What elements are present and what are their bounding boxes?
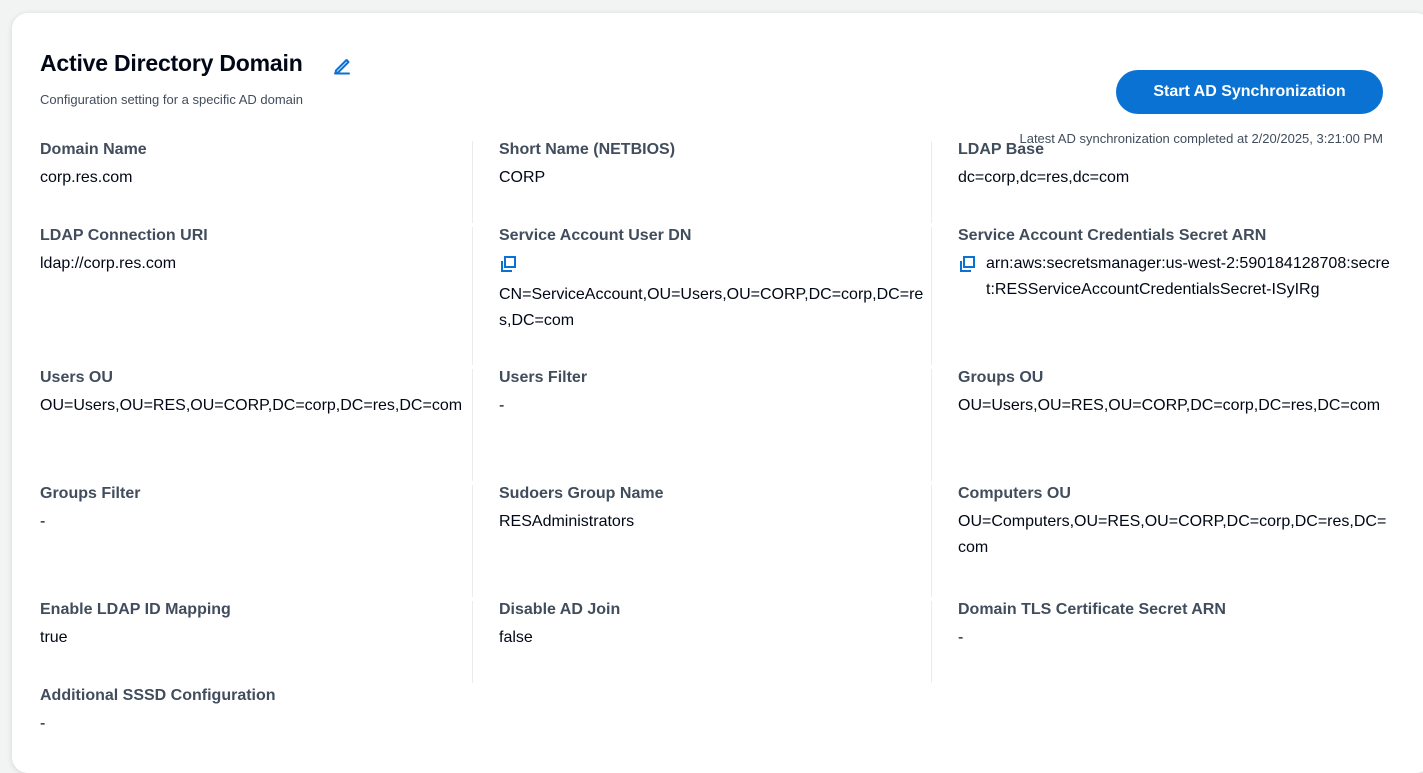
field-domain-tls-secret-arn: Domain TLS Certificate Secret ARN - xyxy=(931,599,1390,685)
field-value: true xyxy=(40,629,68,646)
field-sudoers-group-name: Sudoers Group Name RESAdministrators xyxy=(472,483,931,599)
field-domain-name: Domain Name corp.res.com xyxy=(40,139,472,225)
config-grid: Domain Name corp.res.com Short Name (NET… xyxy=(40,139,1390,765)
field-label: Groups OU xyxy=(958,369,1044,386)
field-value: - xyxy=(499,397,505,414)
field-additional-sssd-config: Additional SSSD Configuration - xyxy=(40,685,640,765)
field-value: - xyxy=(40,715,46,732)
card-header: Active Directory Domain Configuration se… xyxy=(40,47,1383,146)
field-label: Domain Name xyxy=(40,141,147,158)
config-row: Domain Name corp.res.com Short Name (NET… xyxy=(40,139,1390,225)
field-value: OU=Users,OU=RES,OU=CORP,DC=corp,DC=res,D… xyxy=(958,397,1381,414)
field-value: - xyxy=(40,513,46,530)
field-label: Groups Filter xyxy=(40,485,141,502)
field-value: CN=ServiceAccount,OU=Users,OU=CORP,DC=co… xyxy=(499,286,924,329)
field-value: ldap://corp.res.com xyxy=(40,255,177,272)
field-value-with-copy: CN=ServiceAccount,OU=Users,OU=CORP,DC=co… xyxy=(499,251,931,334)
field-value: corp.res.com xyxy=(40,169,133,186)
config-row: LDAP Connection URI ldap://corp.res.com … xyxy=(40,225,1390,367)
field-computers-ou: Computers OU OU=Computers,OU=RES,OU=CORP… xyxy=(931,483,1390,599)
field-short-name: Short Name (NETBIOS) CORP xyxy=(472,139,931,225)
field-label: Users OU xyxy=(40,369,113,386)
copy-icon[interactable] xyxy=(499,255,517,273)
field-label: LDAP Base xyxy=(958,141,1044,158)
field-value: arn:aws:secretsmanager:us-west-2:5901841… xyxy=(986,255,1390,298)
field-value: false xyxy=(499,629,533,646)
field-label: LDAP Connection URI xyxy=(40,227,208,244)
config-row: Users OU OU=Users,OU=RES,OU=CORP,DC=corp… xyxy=(40,367,1390,483)
field-users-filter: Users Filter - xyxy=(472,367,931,483)
field-value: OU=Users,OU=RES,OU=CORP,DC=corp,DC=res,D… xyxy=(40,397,463,414)
field-groups-ou: Groups OU OU=Users,OU=RES,OU=CORP,DC=cor… xyxy=(931,367,1390,483)
field-value: CORP xyxy=(499,169,546,186)
config-row: Additional SSSD Configuration - xyxy=(40,685,1390,765)
config-row: Groups Filter - Sudoers Group Name RESAd… xyxy=(40,483,1390,599)
config-row: Enable LDAP ID Mapping true Disable AD J… xyxy=(40,599,1390,685)
field-label: Service Account User DN xyxy=(499,227,692,244)
field-users-ou: Users OU OU=Users,OU=RES,OU=CORP,DC=corp… xyxy=(40,367,472,483)
field-service-account-user-dn: Service Account User DN CN=ServiceAccoun… xyxy=(472,225,931,367)
field-value: - xyxy=(958,629,964,646)
field-ldap-connection-uri: LDAP Connection URI ldap://corp.res.com xyxy=(40,225,472,367)
field-disable-ad-join: Disable AD Join false xyxy=(472,599,931,685)
field-label: Additional SSSD Configuration xyxy=(40,687,276,704)
field-value-with-copy: arn:aws:secretsmanager:us-west-2:5901841… xyxy=(958,251,1390,303)
edit-pencil-icon[interactable] xyxy=(331,54,353,76)
field-value: dc=corp,dc=res,dc=com xyxy=(958,169,1130,186)
page-title: Active Directory Domain xyxy=(40,49,303,76)
field-label: Short Name (NETBIOS) xyxy=(499,141,676,158)
field-groups-filter: Groups Filter - xyxy=(40,483,472,599)
field-enable-ldap-id-mapping: Enable LDAP ID Mapping true xyxy=(40,599,472,685)
field-label: Service Account Credentials Secret ARN xyxy=(958,227,1267,244)
field-label: Enable LDAP ID Mapping xyxy=(40,601,231,618)
start-ad-sync-button[interactable]: Start AD Synchronization xyxy=(1116,70,1383,114)
field-label: Domain TLS Certificate Secret ARN xyxy=(958,601,1226,618)
field-ldap-base: LDAP Base dc=corp,dc=res,dc=com xyxy=(931,139,1390,225)
ad-domain-card: Active Directory Domain Configuration se… xyxy=(12,13,1423,773)
field-label: Users Filter xyxy=(499,369,588,386)
field-service-account-secret-arn: Service Account Credentials Secret ARN a… xyxy=(931,225,1390,367)
copy-icon[interactable] xyxy=(958,255,976,273)
field-value: OU=Computers,OU=RES,OU=CORP,DC=corp,DC=r… xyxy=(958,513,1387,556)
field-value: RESAdministrators xyxy=(499,513,635,530)
field-label: Computers OU xyxy=(958,485,1071,502)
field-label: Disable AD Join xyxy=(499,601,621,618)
field-label: Sudoers Group Name xyxy=(499,485,664,502)
